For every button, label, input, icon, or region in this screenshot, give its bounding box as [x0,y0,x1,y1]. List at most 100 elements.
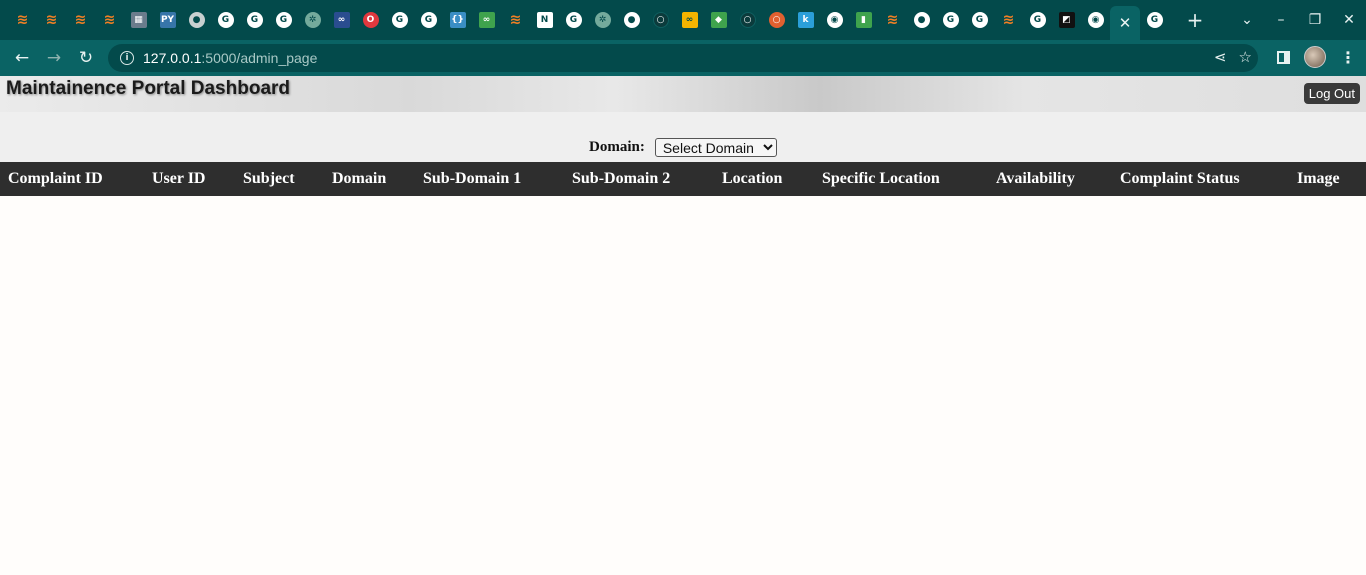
github-icon: ○ [652,12,669,28]
column-header[interactable]: Image [1297,170,1340,188]
google-icon: G [275,12,292,28]
bookmark-star-icon[interactable]: ☆ [1239,48,1252,66]
column-header[interactable]: Complaint Status [1120,170,1240,188]
forward-arrow-icon[interactable]: → [38,48,70,68]
active-tab[interactable]: ✕ [1110,6,1140,40]
column-header[interactable]: User ID [152,170,205,188]
dashboard-header: Maintainence Portal Dashboard Log Out [0,76,1366,112]
browser-tab[interactable]: ≋ [8,0,37,40]
browser-tab[interactable]: ≋ [994,0,1023,40]
browser-tab[interactable]: ◉ [820,0,849,40]
browser-tab[interactable]: ◩ [1052,0,1081,40]
browser-tab[interactable]: PY [153,0,182,40]
column-header[interactable]: Domain [332,170,386,188]
chatgpt-icon: ✲ [304,12,321,28]
column-header[interactable]: Location [722,170,782,188]
column-header[interactable]: Sub-Domain 1 [423,170,521,188]
column-header[interactable]: Specific Location [822,170,940,188]
browser-tab[interactable]: ∞ [327,0,356,40]
browser-tab[interactable]: ≋ [66,0,95,40]
opera-icon: O [362,12,379,28]
google-icon: G [420,12,437,28]
browser-tab[interactable]: ○ [646,0,675,40]
window-close-icon[interactable]: ✕ [1332,12,1366,28]
browser-tab[interactable]: ∞ [675,0,704,40]
browser-tab[interactable]: G [1140,0,1169,40]
chrome-icon: ◉ [1087,12,1104,28]
stack-icon: ≋ [509,12,522,28]
browser-tab[interactable]: G [414,0,443,40]
url-text[interactable]: 127.0.0.1:5000/admin_page [143,50,317,66]
browser-tab[interactable]: ● [907,0,936,40]
back-arrow-icon[interactable]: ← [6,48,38,68]
domain-select[interactable]: Select Domain [654,138,777,157]
address-bar[interactable]: i 127.0.0.1:5000/admin_page ⋖ ☆ [108,44,1258,72]
kebab-menu-icon[interactable]: ⋮ [1340,48,1356,67]
domain-label: Domain: [589,139,645,155]
chrome-icon: ◉ [826,12,843,28]
column-header[interactable]: Sub-Domain 2 [572,170,670,188]
browser-tab[interactable]: G [965,0,994,40]
browser-tab[interactable]: k [791,0,820,40]
browser-tab[interactable]: G [240,0,269,40]
browser-tab[interactable]: ✲ [298,0,327,40]
browser-tab[interactable]: ≋ [878,0,907,40]
notion-icon: N [536,12,553,28]
browser-tab[interactable]: ◆ [704,0,733,40]
side-panel-icon[interactable] [1277,50,1290,64]
browser-tab[interactable]: ▮ [849,0,878,40]
column-header[interactable]: Subject [243,170,295,188]
browser-tab[interactable]: G [936,0,965,40]
coursera-icon: ∞ [681,12,698,28]
stack-icon: ≋ [1002,12,1015,28]
window-controls: ⌄ – ❐ ✕ [1230,0,1366,40]
browser-tab[interactable]: ∞ [472,0,501,40]
browser-tab[interactable]: O [356,0,385,40]
browser-tab[interactable]: {} [443,0,472,40]
browser-tab[interactable]: ≋ [501,0,530,40]
column-header[interactable]: Availability [996,170,1075,188]
browser-tab[interactable]: ▦ [124,0,153,40]
github-icon: ○ [739,12,756,28]
terminal-icon: ◩ [1058,12,1075,28]
browser-tab[interactable]: ○ [762,0,791,40]
domain-filter: Domain: Select Domain [589,138,777,157]
browser-tab[interactable]: ≋ [37,0,66,40]
share-icon[interactable]: ⋖ [1214,48,1227,66]
site-info-icon[interactable]: i [120,51,134,65]
google-icon: G [942,12,959,28]
browser-tab[interactable]: ≋ [95,0,124,40]
complaints-table-header: Complaint ID User ID Subject Domain Sub-Doma… [0,162,1366,196]
google-icon: G [391,12,408,28]
browser-tab[interactable]: G [559,0,588,40]
leaf-icon: ◆ [710,12,727,28]
browser-tab[interactable]: ○ [733,0,762,40]
browser-tab[interactable]: G [385,0,414,40]
image-icon: ▦ [130,12,147,28]
minimize-icon[interactable]: – [1264,12,1298,28]
tab-search-chevron-icon[interactable]: ⌄ [1230,12,1264,28]
browser-tab[interactable]: G [1023,0,1052,40]
browser-tab[interactable]: ● [182,0,211,40]
browser-tab[interactable]: G [269,0,298,40]
browser-tab[interactable]: N [530,0,559,40]
stack-icon: ≋ [886,12,899,28]
profile-avatar[interactable] [1304,46,1326,68]
logout-button[interactable]: Log Out [1303,83,1360,104]
column-header[interactable]: Complaint ID [8,170,103,188]
page-content: Maintainence Portal Dashboard Log Out Do… [0,76,1366,575]
new-tab-button[interactable]: + [1183,8,1207,32]
browser-tab[interactable]: G [211,0,240,40]
k-icon: k [797,12,814,28]
chatgpt-icon: ✲ [594,12,611,28]
google-icon: G [565,12,582,28]
browser-tab[interactable]: ● [617,0,646,40]
browser-tab[interactable]: ◉ [1081,0,1110,40]
maximize-icon[interactable]: ❐ [1298,12,1332,28]
reload-icon[interactable]: ↻ [70,48,102,68]
close-icon[interactable]: ✕ [1119,14,1132,32]
globe-icon: ● [623,12,640,28]
browser-tab[interactable]: ✲ [588,0,617,40]
stack-icon: ≋ [45,12,58,28]
google-icon: G [246,12,263,28]
